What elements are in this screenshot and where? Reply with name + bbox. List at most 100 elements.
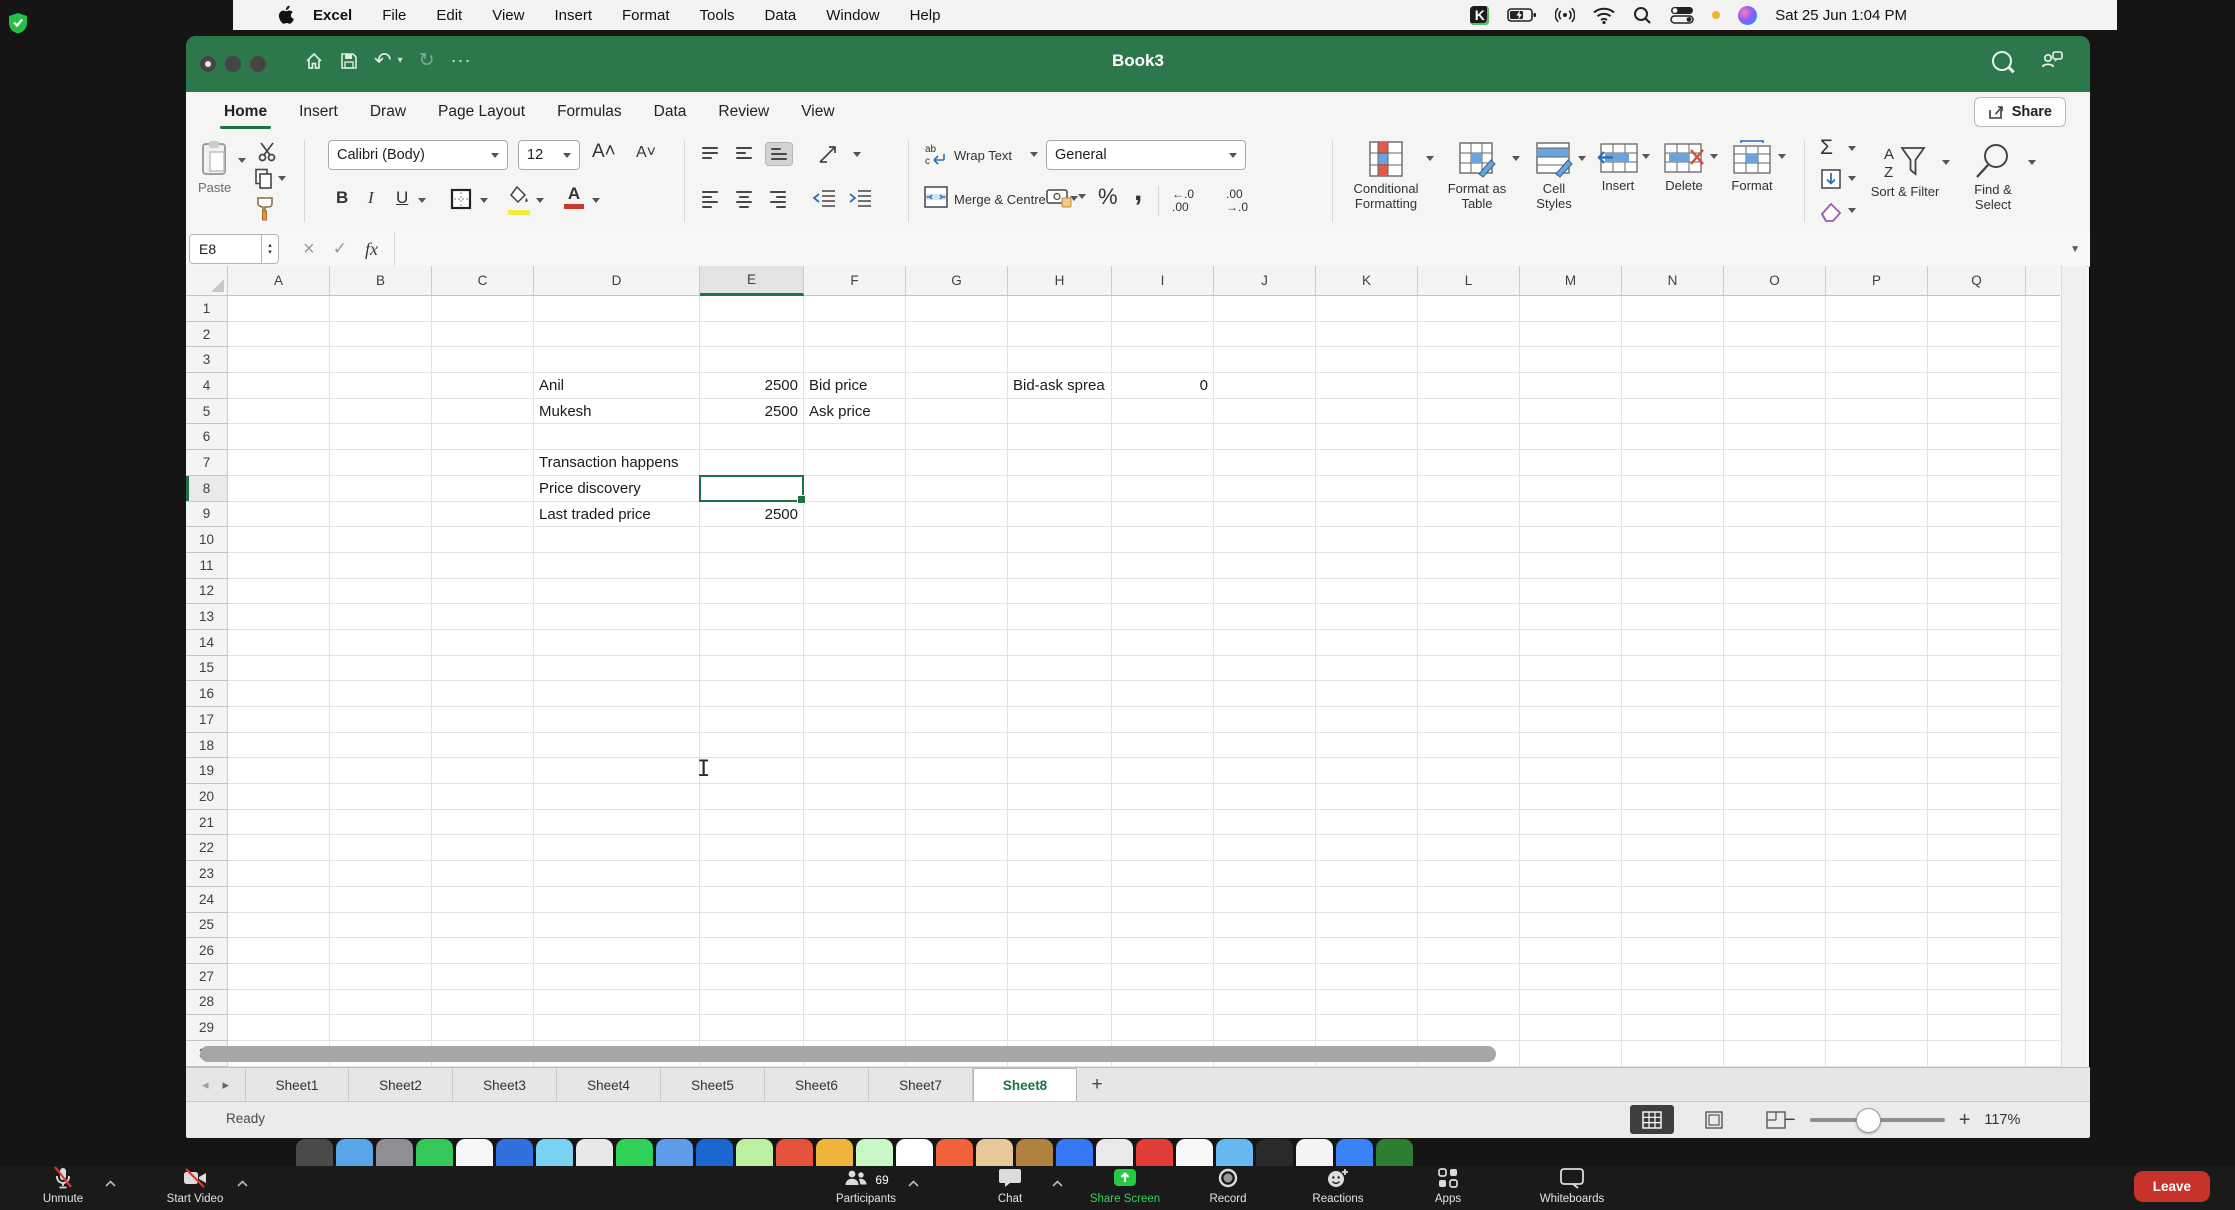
- cell-Q17[interactable]: [1928, 707, 2026, 733]
- selected-cell-E8[interactable]: [699, 474, 806, 504]
- cell-J19[interactable]: [1214, 758, 1316, 785]
- borders-dropdown-chevron[interactable]: [480, 198, 488, 203]
- dock-app-icon-2[interactable]: [336, 1139, 373, 1166]
- cell-M13[interactable]: [1520, 604, 1622, 630]
- cell-H19[interactable]: [1008, 758, 1112, 785]
- cell-O22[interactable]: [1724, 835, 1826, 862]
- menu-item-help[interactable]: Help: [895, 7, 956, 24]
- italic-button[interactable]: I: [368, 188, 374, 208]
- cell-B16[interactable]: [330, 681, 432, 707]
- unmute-button[interactable]: Unmute: [8, 1165, 118, 1205]
- column-header-Q[interactable]: Q: [1928, 266, 2026, 296]
- cell-L7[interactable]: [1418, 450, 1520, 476]
- sheet-tab-sheet7[interactable]: Sheet7: [869, 1068, 974, 1102]
- cell-E24[interactable]: [700, 886, 804, 913]
- cell-A22[interactable]: [228, 835, 330, 862]
- ribbon-tab-draw[interactable]: Draw: [354, 92, 422, 132]
- cell-K4[interactable]: [1316, 373, 1418, 399]
- dock-app-icon-6[interactable]: [496, 1139, 533, 1166]
- cell-P2[interactable]: [1826, 321, 1928, 348]
- cell-L17[interactable]: [1418, 707, 1520, 733]
- dock-app-icon-26[interactable]: [1296, 1139, 1333, 1166]
- cell-E5[interactable]: 2500: [700, 398, 804, 425]
- cell-A25[interactable]: [228, 912, 330, 939]
- cell-D24[interactable]: [534, 886, 700, 913]
- cell-D19[interactable]: [534, 758, 700, 785]
- cell-J21[interactable]: [1214, 809, 1316, 836]
- format-painter-icon[interactable]: [254, 196, 278, 222]
- cell-P14[interactable]: [1826, 629, 1928, 656]
- cancel-icon[interactable]: ×: [303, 238, 315, 261]
- align-left-icon[interactable]: [697, 186, 723, 213]
- cell-Q8[interactable]: [1928, 475, 2026, 502]
- fill-handle[interactable]: [797, 494, 806, 504]
- orientation-icon[interactable]: [817, 142, 843, 166]
- cell-N1[interactable]: [1622, 296, 1724, 322]
- column-header-P[interactable]: P: [1826, 266, 1928, 296]
- copy-icon[interactable]: [254, 168, 274, 190]
- cell-D25[interactable]: [534, 912, 700, 939]
- fill-down-icon[interactable]: [1820, 168, 1842, 190]
- copy-dropdown-chevron[interactable]: [278, 176, 286, 181]
- wrap-text-label[interactable]: Wrap Text: [954, 148, 1012, 163]
- unmute-options-chevron[interactable]: [105, 1174, 116, 1192]
- cell-I16[interactable]: [1112, 681, 1214, 707]
- cell-N16[interactable]: [1622, 681, 1724, 707]
- cell-C15[interactable]: [432, 655, 534, 682]
- cell-B26[interactable]: [330, 938, 432, 964]
- cell-Q3[interactable]: [1928, 347, 2026, 374]
- cell-E2[interactable]: [700, 321, 804, 348]
- cell-G18[interactable]: [906, 732, 1008, 759]
- cell-M24[interactable]: [1520, 886, 1622, 913]
- cell-L16[interactable]: [1418, 681, 1520, 707]
- cell-D23[interactable]: [534, 861, 700, 887]
- dock-app-icon-22[interactable]: [1136, 1139, 1173, 1166]
- cell-E23[interactable]: [700, 861, 804, 887]
- orientation-dropdown-chevron[interactable]: [853, 152, 861, 157]
- cell-M10[interactable]: [1520, 527, 1622, 553]
- cell-A9[interactable]: [228, 501, 330, 528]
- cell-Q6[interactable]: [1928, 424, 2026, 451]
- cell-O25[interactable]: [1724, 912, 1826, 939]
- cell-L21[interactable]: [1418, 809, 1520, 836]
- cell-P8[interactable]: [1826, 475, 1928, 502]
- cell-G28[interactable]: [906, 989, 1008, 1016]
- row-header-23[interactable]: 23: [186, 861, 228, 887]
- name-box[interactable]: E8: [189, 234, 262, 264]
- cell-O20[interactable]: [1724, 784, 1826, 810]
- cell-G29[interactable]: [906, 1015, 1008, 1041]
- cell-O28[interactable]: [1724, 989, 1826, 1016]
- cell-F1[interactable]: [804, 296, 906, 322]
- autosum-button[interactable]: Σ: [1820, 136, 1833, 160]
- zoom-in-button[interactable]: +: [1959, 1109, 1971, 1132]
- cell-F23[interactable]: [804, 861, 906, 887]
- cell-O1[interactable]: [1724, 296, 1826, 322]
- cell-N8[interactable]: [1622, 475, 1724, 502]
- dock-app-icon-15[interactable]: [856, 1139, 893, 1166]
- cell-Q28[interactable]: [1928, 989, 2026, 1016]
- cell-K18[interactable]: [1316, 732, 1418, 759]
- cell-C1[interactable]: [432, 296, 534, 322]
- fill-down-chevron[interactable]: [1848, 176, 1856, 181]
- cell-E15[interactable]: [700, 655, 804, 682]
- cell-L10[interactable]: [1418, 527, 1520, 553]
- menu-item-edit[interactable]: Edit: [421, 7, 477, 24]
- cell-C11[interactable]: [432, 552, 534, 579]
- cell-K5[interactable]: [1316, 398, 1418, 425]
- underline-dropdown-chevron[interactable]: [418, 198, 426, 203]
- cell-D27[interactable]: [534, 963, 700, 990]
- reactions-button[interactable]: Reactions: [1283, 1168, 1393, 1205]
- row-header-11[interactable]: 11: [186, 552, 228, 579]
- cell-D15[interactable]: [534, 655, 700, 682]
- cell-O4[interactable]: [1724, 373, 1826, 399]
- cell-K6[interactable]: [1316, 424, 1418, 451]
- cell-P7[interactable]: [1826, 450, 1928, 476]
- cell-D26[interactable]: [534, 938, 700, 964]
- dock-app-icon-24[interactable]: [1216, 1139, 1253, 1166]
- cell-A19[interactable]: [228, 758, 330, 785]
- cell-L5[interactable]: [1418, 398, 1520, 425]
- column-header-M[interactable]: M: [1520, 266, 1622, 296]
- horizontal-scrollbar-thumb[interactable]: [200, 1046, 1496, 1062]
- cell-M20[interactable]: [1520, 784, 1622, 810]
- cell-B2[interactable]: [330, 321, 432, 348]
